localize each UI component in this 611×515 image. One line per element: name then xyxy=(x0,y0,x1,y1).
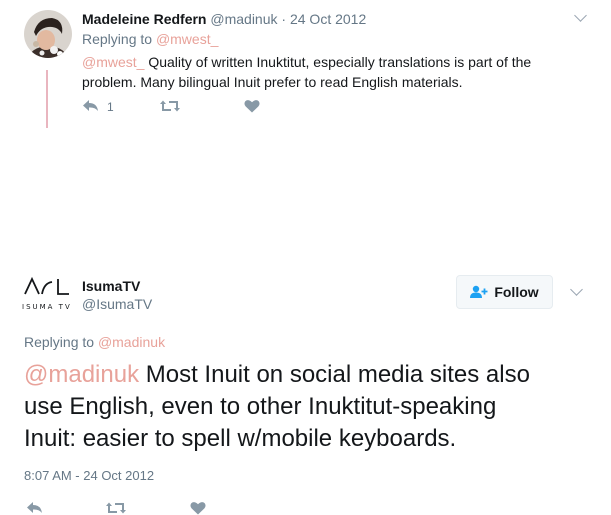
avatar[interactable] xyxy=(24,10,72,58)
tweet-text: @madinuk Most Inuit on social media site… xyxy=(24,359,530,455)
tweet-text-line-2: problem. Many bilingual Inuit prefer to … xyxy=(82,74,463,90)
dot-separator: · xyxy=(281,11,287,27)
replying-to-prefix: Replying to xyxy=(24,334,98,350)
logo-subtext: ISUMA TV xyxy=(22,303,72,311)
author-name[interactable]: IsumaTV xyxy=(82,278,140,294)
like-icon[interactable] xyxy=(190,501,206,515)
isuma-logo-avatar[interactable]: ISUMA TV xyxy=(22,273,74,313)
parent-tweet: Madeleine Redfern @madinuk · 24 Oct 2012… xyxy=(0,0,611,130)
replying-to-handle[interactable]: @mwest_ xyxy=(156,31,218,47)
tweet-text: @mwest_ Quality of written Inuktitut, es… xyxy=(82,52,531,92)
tweet-text-line-2: use English, even to other Inuktitut-spe… xyxy=(24,393,497,420)
avatar-photo xyxy=(24,10,72,58)
author-handle[interactable]: @madinuk xyxy=(210,11,277,27)
tweet-text-line-1: @madinuk Most Inuit on social media site… xyxy=(24,359,530,391)
mention-link[interactable]: @madinuk xyxy=(24,361,139,388)
tweet-date[interactable]: 24 Oct 2012 xyxy=(290,11,366,27)
replying-to: Replying to @madinuk xyxy=(24,334,165,350)
follow-button[interactable]: Follow xyxy=(456,275,553,309)
follow-button-label: Follow xyxy=(494,284,539,300)
tweet-text-content-1: Quality of written Inuktitut, especially… xyxy=(144,54,532,70)
follow-user-icon xyxy=(470,285,488,299)
replying-to: Replying to @mwest_ xyxy=(82,31,218,47)
reply-icon[interactable] xyxy=(82,99,100,113)
chevron-down-icon[interactable] xyxy=(574,9,587,22)
reply-icon[interactable] xyxy=(26,501,44,515)
reply-count: 1 xyxy=(107,100,114,114)
tweet-text-content-1: Most Inuit on social media sites also xyxy=(139,361,530,388)
parent-tweet-header: Madeleine Redfern @madinuk · 24 Oct 2012 xyxy=(82,11,366,27)
tweet-text-line-1: @mwest_ Quality of written Inuktitut, es… xyxy=(82,52,531,72)
main-tweet: ISUMA TV IsumaTV @IsumaTV Follow Replyin… xyxy=(0,130,611,515)
retweet-icon[interactable] xyxy=(160,99,180,113)
replying-to-handle[interactable]: @madinuk xyxy=(98,334,165,350)
author-handle[interactable]: @IsumaTV xyxy=(82,296,152,312)
like-icon[interactable] xyxy=(244,99,260,113)
author-name[interactable]: Madeleine Redfern xyxy=(82,11,206,27)
retweet-icon[interactable] xyxy=(106,501,126,515)
replying-to-prefix: Replying to xyxy=(82,31,156,47)
chevron-down-icon[interactable] xyxy=(570,283,583,296)
logo-glyphs-icon xyxy=(24,276,69,295)
thread-connector-line xyxy=(46,70,48,128)
tweet-text-line-3: Inuit: easier to spell w/mobile keyboard… xyxy=(24,425,457,452)
tweet-timestamp[interactable]: 8:07 AM - 24 Oct 2012 xyxy=(24,468,154,483)
mention-link[interactable]: @mwest_ xyxy=(82,54,144,70)
